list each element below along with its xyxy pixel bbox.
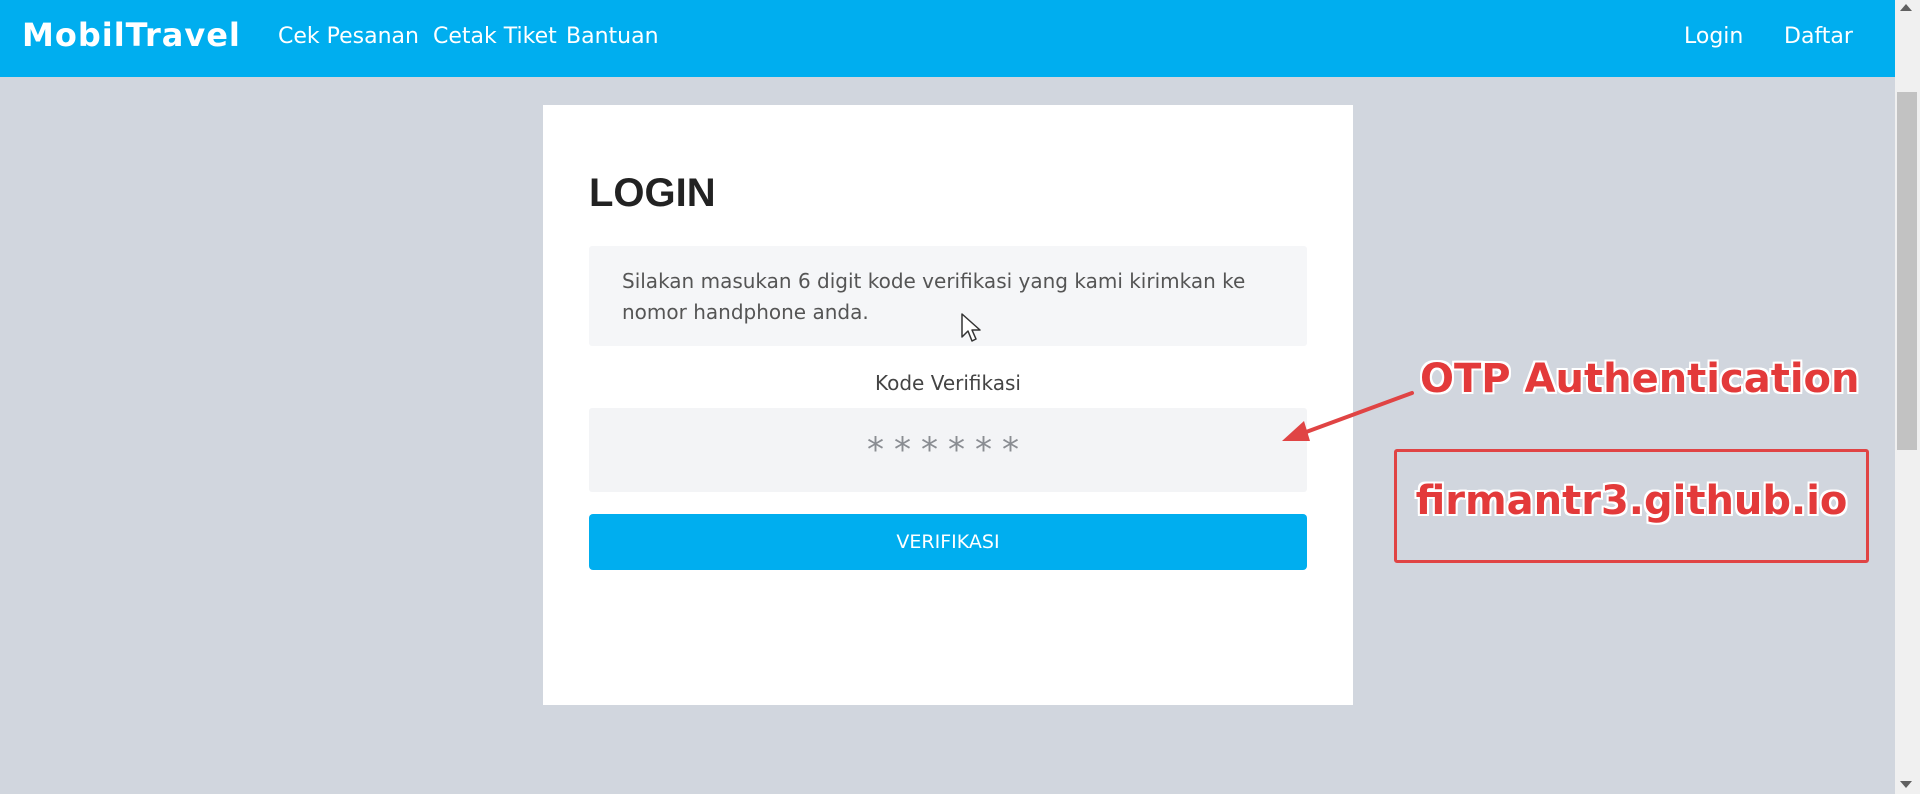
scroll-up-arrow-icon[interactable] (1900, 4, 1912, 11)
nav-cek-pesanan[interactable]: Cek Pesanan (278, 24, 419, 49)
annotation-arrow-icon (1282, 391, 1414, 441)
verify-button[interactable]: VERIFIKASI (589, 514, 1307, 570)
nav-bantuan[interactable]: Bantuan (566, 24, 659, 49)
nav-daftar[interactable]: Daftar (1784, 24, 1853, 49)
top-navbar: MobilTravel Cek Pesanan Cetak Tiket Bant… (0, 0, 1895, 77)
login-card: LOGIN Silakan masukan 6 digit kode verif… (543, 105, 1353, 705)
info-message: Silakan masukan 6 digit kode verifikasi … (589, 246, 1307, 346)
scrollbar-thumb[interactable] (1897, 92, 1917, 450)
page-title: LOGIN (589, 171, 716, 215)
verification-code-label: Kode Verifikasi (875, 371, 1021, 395)
brand-logo[interactable]: MobilTravel (22, 16, 241, 54)
mouse-cursor-icon (961, 313, 981, 342)
verification-code-input[interactable] (589, 408, 1307, 492)
nav-cetak-tiket[interactable]: Cetak Tiket (433, 24, 557, 49)
nav-login[interactable]: Login (1684, 24, 1743, 49)
annotation-title: OTP Authentication (1420, 356, 1860, 402)
annotation-url: firmantr3.github.io (1415, 478, 1848, 524)
scroll-down-arrow-icon[interactable] (1900, 781, 1912, 788)
